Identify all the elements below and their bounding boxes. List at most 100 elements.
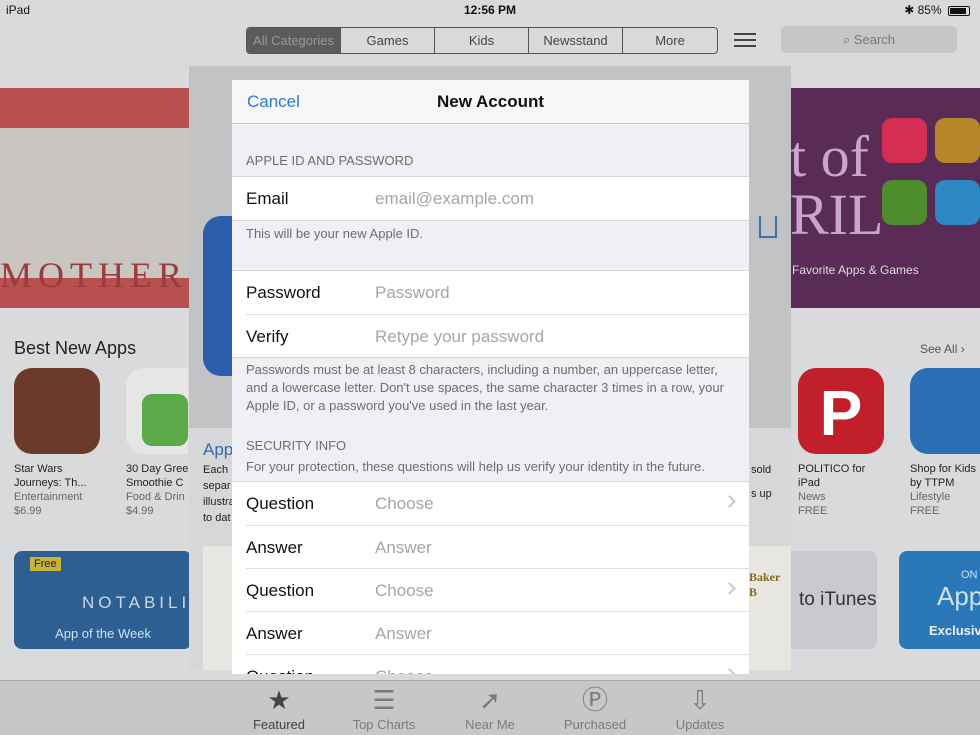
segment-newsstand[interactable]: Newsstand	[529, 28, 623, 53]
app-info-star-wars: Star Wars Journeys: Th... Entertainment …	[14, 462, 104, 518]
banner-right-title: t of RIL	[790, 124, 884, 247]
app-icon-smoothie[interactable]	[126, 368, 188, 454]
email-field[interactable]	[375, 189, 705, 209]
question-label: Question	[246, 667, 314, 674]
list-icon: ☰	[372, 685, 396, 715]
tab-near-me[interactable]: ➚ Near Me	[440, 685, 540, 732]
app-icon-politico[interactable]: P	[798, 368, 884, 454]
best-new-apps-title: Best New Apps	[14, 338, 137, 358]
app-name: Shop for Kids by TTPM	[910, 463, 977, 489]
feature-itunes-text: to iTunes	[799, 589, 877, 610]
see-all-link[interactable]: See All ›	[920, 342, 965, 356]
battery-icon	[948, 5, 970, 16]
app-info-shop-for-kids: Shop for Kids by TTPM Lifestyle FREE	[910, 462, 980, 518]
screenshot-thumb[interactable]: Baker B	[747, 546, 791, 670]
segment-more[interactable]: More	[623, 28, 717, 53]
answer-label: Answer	[246, 624, 303, 643]
section-header-security: SECURITY INFO	[246, 438, 347, 453]
app-icon-shop-for-kids[interactable]	[910, 368, 980, 454]
search-placeholder: Search	[853, 32, 896, 47]
banner-mothers-day[interactable]: MOTHER'S	[0, 88, 221, 308]
battery-status: ✱ 85%	[904, 3, 970, 17]
tab-updates[interactable]: ⇩ Updates	[650, 685, 750, 732]
app-name: POLITICO for iPad	[798, 463, 866, 489]
detail-desc-right: sold s up	[751, 464, 772, 500]
password-requirements-note: Passwords must be at least 8 characters,…	[246, 362, 724, 413]
detail-app-title: App	[203, 440, 234, 459]
security-note: For your protection, these questions wil…	[246, 459, 705, 474]
star-icon: ★	[267, 685, 291, 715]
app-name: 30 Day Gree Smoothie C	[126, 463, 189, 489]
app-price: $4.99	[126, 505, 154, 517]
security-group: Question Choose Answer Question Choose A…	[232, 481, 749, 674]
password-group: Password Verify	[232, 270, 749, 358]
password-row[interactable]: Password	[232, 271, 749, 314]
answer-field-2[interactable]	[375, 624, 705, 644]
app-category: Entertainment	[14, 491, 83, 503]
chevron-right-icon	[723, 582, 736, 595]
share-icon[interactable]	[759, 216, 777, 238]
segment-kids[interactable]: Kids	[435, 28, 529, 53]
tab-purchased[interactable]: Ⓟ Purchased	[545, 685, 645, 732]
feature-exclusive-sub: Exclusive	[929, 623, 980, 638]
feature-exclusive-title: App	[937, 581, 980, 611]
chevron-right-icon	[723, 495, 736, 508]
store-search-field[interactable]: ⌕ Search	[781, 26, 957, 53]
section-header-apple-id: APPLE ID AND PASSWORD	[246, 153, 414, 168]
location-icon: ➚	[479, 685, 501, 715]
password-field[interactable]	[375, 283, 705, 303]
question-select-2[interactable]: Choose	[375, 581, 705, 601]
banner-app-icon	[882, 118, 927, 163]
tab-label: Updates	[675, 717, 725, 732]
email-row[interactable]: Email	[232, 177, 749, 220]
list-icon[interactable]	[734, 33, 756, 47]
question-select-3[interactable]: Choose	[375, 667, 705, 674]
battery-percent: 85%	[917, 3, 942, 17]
tab-bar: ★ Featured ☰ Top Charts ➚ Near Me Ⓟ Purc…	[0, 680, 980, 735]
feature-exclusive-top: ON	[961, 569, 978, 581]
app-category: Lifestyle	[910, 491, 951, 503]
question-row-2[interactable]: Question Choose	[246, 568, 749, 611]
email-note: This will be your new Apple ID.	[246, 226, 424, 241]
free-badge: Free	[30, 557, 61, 571]
app-price: $6.99	[14, 505, 42, 517]
app-price: FREE	[798, 505, 828, 517]
banner-app-icon	[935, 118, 980, 163]
tab-featured[interactable]: ★ Featured	[229, 685, 329, 732]
tab-label: Near Me	[465, 717, 515, 732]
detail-desc: Each separ illustra to dat	[203, 464, 235, 524]
download-icon: ⇩	[689, 685, 711, 715]
bluetooth-icon: ✱	[904, 3, 915, 17]
password-label: Password	[246, 283, 321, 302]
segment-all-categories[interactable]: All Categories	[247, 28, 341, 53]
verify-row[interactable]: Verify	[246, 314, 749, 357]
question-label: Question	[246, 581, 315, 600]
email-label: Email	[246, 189, 289, 208]
banner-right-tagline: Favorite Apps & Games	[792, 263, 919, 277]
feature-label: App of the Week	[55, 626, 151, 641]
question-row-3[interactable]: Question Choose	[246, 654, 749, 674]
navigation-bar: Cancel New Account	[232, 80, 749, 124]
feature-itunes[interactable]: to iTunes	[791, 551, 877, 649]
feature-exclusive[interactable]: ON App Exclusive	[899, 551, 980, 649]
feature-app-of-the-week[interactable]: Free NOTABILIT App of the Week	[14, 551, 201, 649]
question-row-1[interactable]: Question Choose	[232, 482, 749, 525]
answer-row-1[interactable]: Answer	[246, 525, 749, 568]
verify-password-field[interactable]	[375, 327, 705, 347]
app-name: Star Wars Journeys: Th...	[14, 463, 87, 489]
question-select-1[interactable]: Choose	[375, 494, 705, 514]
tab-label: Featured	[252, 717, 306, 732]
answer-row-2[interactable]: Answer	[246, 611, 749, 654]
verify-label: Verify	[246, 327, 289, 346]
app-price: FREE	[910, 505, 940, 517]
tab-top-charts[interactable]: ☰ Top Charts	[334, 685, 434, 732]
segment-games[interactable]: Games	[341, 28, 435, 53]
tab-label: Purchased	[563, 717, 627, 732]
status-bar: iPad 12:56 PM ✱ 85%	[0, 0, 980, 20]
app-icon-star-wars[interactable]	[14, 368, 100, 454]
book-title: Baker B	[749, 570, 781, 599]
banner-app-icon	[882, 180, 927, 225]
sheet-title: New Account	[436, 92, 545, 111]
banner-app-of-april[interactable]: t of RIL Favorite Apps & Games	[790, 88, 980, 308]
answer-field-1[interactable]	[375, 538, 705, 558]
